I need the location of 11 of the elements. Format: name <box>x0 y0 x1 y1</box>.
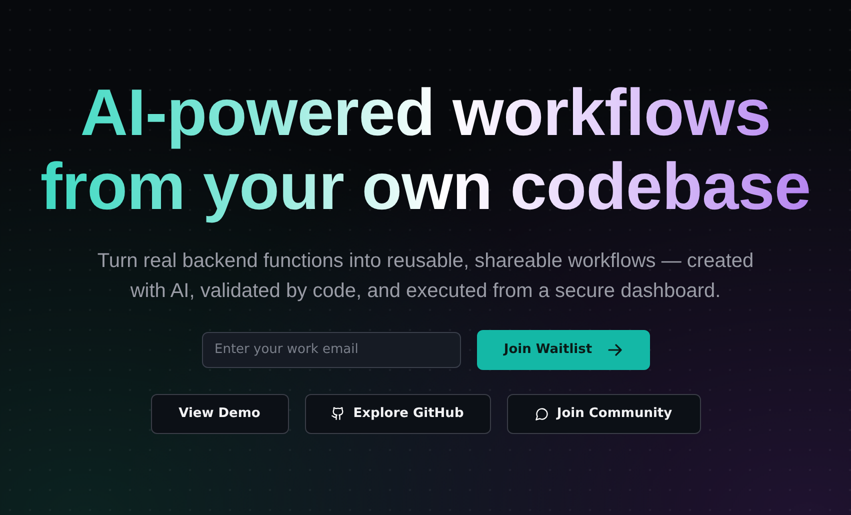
action-button[interactable]: View Demo <box>150 394 288 434</box>
action-button[interactable]: Explore GitHub <box>304 394 490 434</box>
action-button[interactable]: Join Community <box>506 394 700 434</box>
chat-bubble-icon <box>534 406 549 421</box>
headline-line: from your own codebase <box>40 150 811 224</box>
email-field[interactable]: Enter your work email <box>202 332 460 368</box>
github-icon <box>331 406 346 422</box>
subtitle: Turn real backend functions into reusable, shareable workflows — created with AI, validated by code, and executed from a secure dashboard. <box>96 248 755 304</box>
arrow-right-icon <box>608 344 622 356</box>
join-waitlist-button[interactable]: Join Waitlist <box>476 330 650 370</box>
headline-line: AI-powered workflows <box>79 76 772 150</box>
